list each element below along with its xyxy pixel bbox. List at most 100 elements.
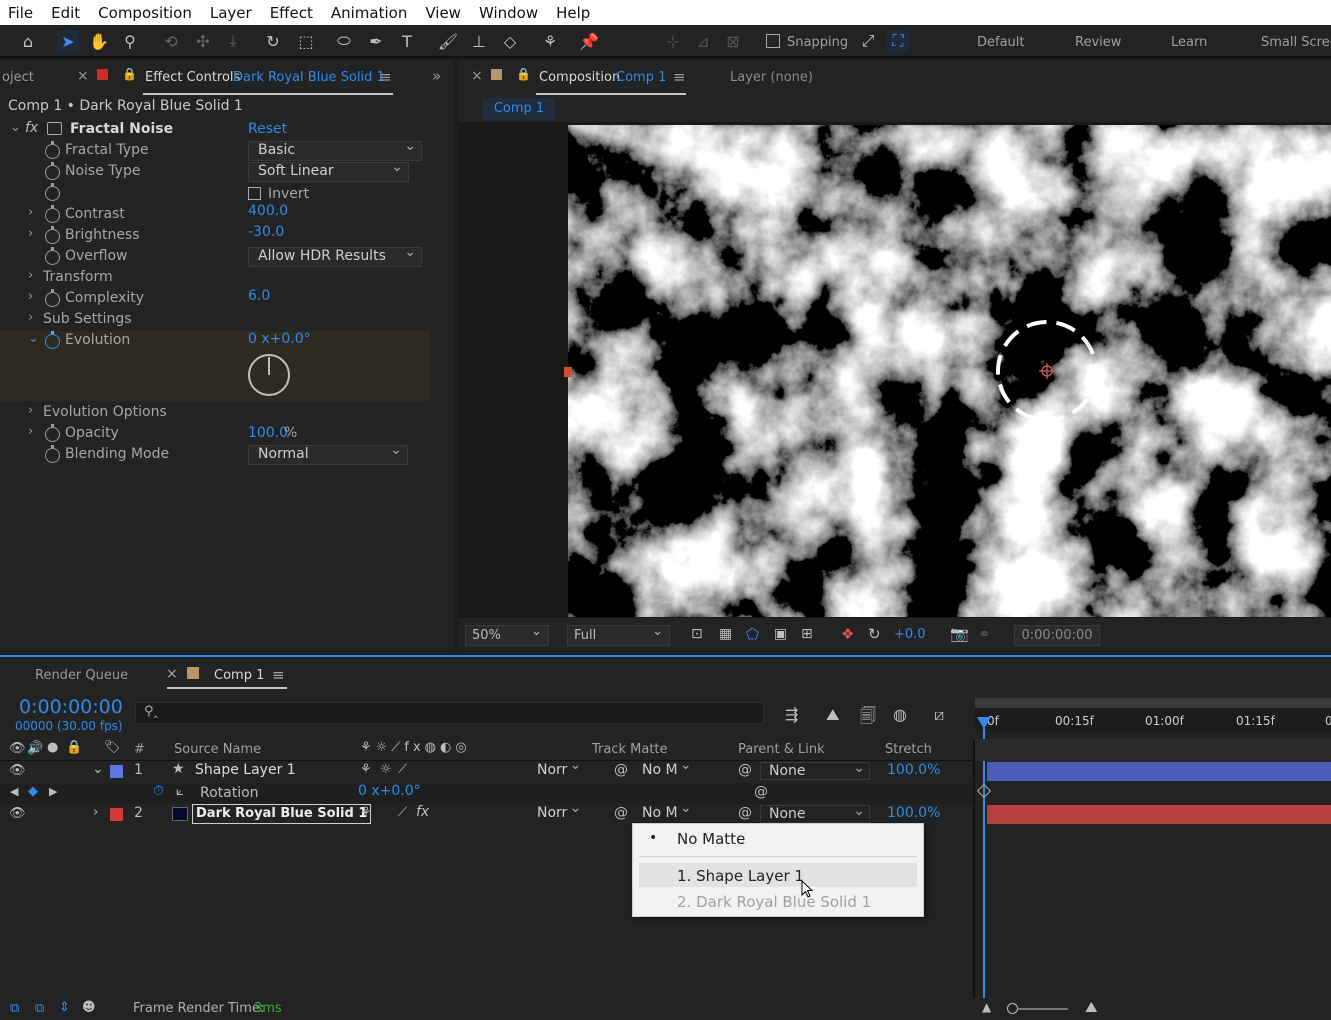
blending-mode-dropdown[interactable]: Normal	[248, 442, 408, 465]
complexity-value[interactable]: 6.0	[248, 288, 270, 304]
brush-tool-icon[interactable]: 🖌	[437, 30, 459, 52]
parent-dropdown[interactable]: None ⌄	[760, 760, 870, 780]
panel-menu-icon[interactable]: ≡	[272, 666, 285, 684]
add-keyframe-icon[interactable]: ◆	[28, 784, 38, 799]
collapse-triangle-icon[interactable]: ⌄	[28, 331, 39, 346]
brightness-value[interactable]: -30.0	[248, 224, 284, 240]
workspace-learn[interactable]: Learn	[1171, 35, 1207, 50]
comp-timeline-tab[interactable]: Comp 1	[214, 668, 264, 683]
mask-visibility-icon[interactable]: ⬠	[746, 625, 759, 643]
snapping-checkbox[interactable]	[766, 34, 780, 48]
stopwatch-icon[interactable]	[45, 226, 60, 244]
evolution-value[interactable]: 0 x+0.0°	[248, 331, 311, 347]
layer-handle[interactable]	[564, 367, 572, 377]
parent-pickwhip-icon[interactable]: @	[738, 762, 752, 778]
ellipse-tool-icon[interactable]: ⬭	[333, 30, 355, 52]
audio-icon[interactable]: 🔊	[27, 741, 43, 756]
video-eye-icon[interactable]: 👁	[9, 741, 26, 756]
layer-bar-dark-royal-blue-solid-1[interactable]	[987, 805, 1331, 824]
snap-feature-icon[interactable]: ⛶	[887, 30, 909, 52]
frame-blending-icon[interactable]: ◍	[893, 705, 907, 724]
graph-editor-icon[interactable]: ⧄	[934, 705, 944, 725]
matte-pickwhip-icon[interactable]: @	[614, 805, 628, 821]
fast-previews-icon[interactable]: ⊡	[691, 626, 703, 642]
draft-3d-icon[interactable]: ⛰	[826, 705, 839, 725]
workspace-default[interactable]: Default	[977, 35, 1025, 50]
effect-controls-layer-name[interactable]: Dark Royal Blue Solid 1	[233, 70, 385, 85]
rotation-value[interactable]: 0 x+0.0°	[358, 783, 421, 799]
viewer-timecode[interactable]: 0:00:00:00	[1014, 625, 1100, 646]
reset-exposure-icon[interactable]: ↻	[868, 625, 881, 643]
invert-checkbox[interactable]	[248, 187, 261, 200]
stopwatch-icon[interactable]	[45, 205, 60, 223]
puppet-pin-icon[interactable]: 📌	[578, 30, 600, 52]
magnification-dropdown[interactable]: 50% ⌄	[465, 624, 549, 646]
fractal-type-dropdown[interactable]: Basic	[248, 138, 422, 161]
expand-panels-icon[interactable]: »	[432, 67, 441, 85]
stopwatch-icon[interactable]	[45, 183, 60, 201]
menu-edit[interactable]: Edit	[43, 4, 90, 22]
lock-icon[interactable]: 🔒	[122, 67, 137, 81]
project-tab[interactable]: oject	[2, 70, 34, 85]
transfer-controls-toggle-icon[interactable]: ⧉	[35, 1001, 44, 1016]
next-keyframe-icon[interactable]: ▶	[49, 785, 57, 798]
contrast-value[interactable]: 400.0	[248, 203, 288, 219]
stopwatch-icon[interactable]	[45, 424, 60, 442]
menu-item-shape-layer-1[interactable]: 1. Shape Layer 1	[677, 867, 804, 885]
layer-switches-toggle-icon[interactable]: ⧉	[10, 1001, 19, 1016]
stopwatch-icon[interactable]	[45, 289, 60, 307]
layer-bar-shape-layer-1[interactable]	[987, 762, 1331, 781]
orbit-camera-icon[interactable]: ⟲	[160, 30, 182, 52]
hand-tool-icon[interactable]: ✋	[88, 30, 110, 52]
resolution-dropdown[interactable]: Full ⌄	[567, 624, 670, 646]
expand-triangle-icon[interactable]: ›	[28, 226, 33, 241]
work-area-bar[interactable]	[975, 698, 1331, 708]
stopwatch-icon[interactable]	[45, 445, 60, 463]
pane-divider[interactable]	[973, 739, 975, 1000]
dolly-camera-icon[interactable]: ⤓	[222, 30, 244, 52]
snap-edge-icon[interactable]: ⤢	[857, 30, 879, 52]
expression-pickwhip-icon[interactable]: @	[754, 784, 768, 800]
selection-tool-icon[interactable]: ➤	[57, 30, 79, 52]
prev-keyframe-icon[interactable]: ◀	[10, 785, 18, 798]
menu-layer[interactable]: Layer	[202, 4, 262, 22]
current-time-display[interactable]: 0:00:00:00	[19, 696, 123, 718]
channel-icon[interactable]: ❖	[841, 625, 854, 643]
reset-link[interactable]: Reset	[248, 121, 287, 137]
menu-file[interactable]: File	[0, 4, 43, 22]
parent-dropdown[interactable]: None ⌄	[760, 803, 870, 823]
collapse-triangle-icon[interactable]: ⌄	[92, 761, 104, 777]
expand-triangle-icon[interactable]: ›	[28, 205, 33, 220]
layer-search-input[interactable]: ⚲‸	[135, 702, 764, 724]
axis-world-icon[interactable]: ⊿	[692, 30, 714, 52]
expand-triangle-icon[interactable]: ›	[28, 268, 33, 283]
menu-help[interactable]: Help	[548, 4, 600, 22]
layer-label-color[interactable]	[110, 808, 123, 821]
shy-icon[interactable]: ⚘	[360, 805, 372, 820]
noise-type-dropdown[interactable]: Soft Linear	[248, 159, 409, 182]
source-name-header[interactable]: Source Name	[174, 742, 261, 757]
stopwatch-icon[interactable]: ⏱	[153, 783, 164, 799]
evolution-options-row[interactable]: › Evolution Options	[0, 403, 430, 424]
fx-icon[interactable]: fx	[416, 804, 429, 820]
in-out-toggle-icon[interactable]: ⇕	[59, 1000, 70, 1015]
clone-stamp-icon[interactable]: ⊥	[468, 30, 490, 52]
sub-settings-row[interactable]: › Sub Settings	[0, 310, 430, 331]
home-icon[interactable]: ⌂	[17, 30, 39, 52]
solo-icon[interactable]: ●	[47, 740, 58, 755]
close-tab-icon[interactable]: ×	[471, 68, 483, 84]
zoom-out-icon[interactable]: ▲	[982, 1000, 991, 1014]
lock-icon[interactable]: 🔒	[516, 67, 531, 81]
menu-view[interactable]: View	[417, 4, 471, 22]
eye-icon[interactable]: 👁	[9, 763, 26, 778]
show-snapshot-icon[interactable]: ⚭	[978, 625, 991, 643]
pan-behind-icon[interactable]: ⬚	[295, 30, 317, 52]
layer-name[interactable]: Shape Layer 1	[195, 762, 296, 778]
layer-row-dark-royal-blue-solid-1[interactable]: 👁 › 2 Dark Royal Blue Solid 1 ⚘ ⟋ fx Nor…	[0, 800, 975, 825]
menu-window[interactable]: Window	[471, 4, 548, 22]
eye-icon[interactable]: 👁	[9, 806, 26, 821]
close-tab-icon[interactable]: ×	[166, 666, 178, 682]
axis-view-icon[interactable]: ⊠	[722, 30, 744, 52]
workspace-small-screen[interactable]: Small Scree	[1261, 35, 1331, 50]
workspace-review[interactable]: Review	[1075, 35, 1121, 50]
